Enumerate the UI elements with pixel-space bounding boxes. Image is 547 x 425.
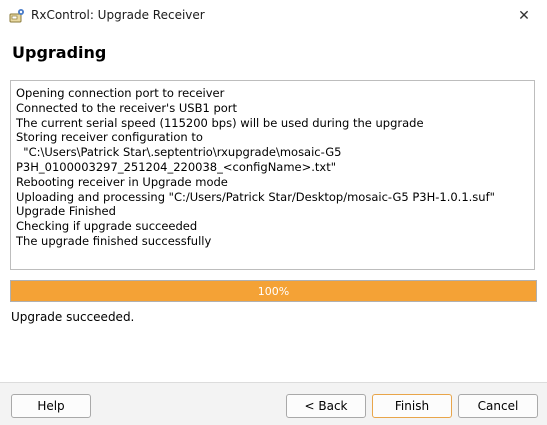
log-line: The upgrade finished successfully xyxy=(16,233,212,248)
close-button[interactable]: ✕ xyxy=(501,0,547,32)
log-line: Checking if upgrade succeeded xyxy=(16,219,198,234)
finish-button[interactable]: Finish xyxy=(372,394,452,418)
log-line: Uploading and processing "C:/Users/Patri… xyxy=(16,189,495,204)
help-button[interactable]: Help xyxy=(11,394,91,418)
log-line: Storing receiver configuration to xyxy=(16,130,203,145)
cancel-button-label: Cancel xyxy=(477,399,519,413)
log-line: Rebooting receiver in Upgrade mode xyxy=(16,174,228,189)
finish-button-label: Finish xyxy=(394,399,430,413)
window-title: RxControl: Upgrade Receiver xyxy=(31,8,205,22)
log-line: The current serial speed (115200 bps) wi… xyxy=(16,115,424,130)
footer-divider xyxy=(0,382,547,383)
back-button-label: < Back xyxy=(304,399,348,413)
upgrade-progress-bar: 100% xyxy=(10,280,537,302)
status-message: Upgrade succeeded. xyxy=(11,310,135,324)
wizard-content: Upgrading Opening connection port to rec… xyxy=(0,32,547,382)
title-bar: RxControl: Upgrade Receiver ✕ xyxy=(0,0,547,32)
log-line: Upgrade Finished xyxy=(16,204,116,219)
close-icon: ✕ xyxy=(518,8,530,24)
cancel-button[interactable]: Cancel xyxy=(458,394,538,418)
upgrade-log[interactable]: Opening connection port to receiver Conn… xyxy=(10,80,535,270)
log-line: "C:\Users\Patrick Star\.septentrio\rxupg… xyxy=(16,145,342,160)
help-button-label: Help xyxy=(37,399,65,413)
page-title: Upgrading xyxy=(12,43,107,62)
log-line: Connected to the receiver's USB1 port xyxy=(16,100,238,115)
rxcontrol-app-icon xyxy=(9,8,25,24)
log-line: P3H_0100003297_251204_220038_<configName… xyxy=(16,159,337,174)
log-line: Opening connection port to receiver xyxy=(16,86,225,100)
back-button[interactable]: < Back xyxy=(286,394,366,418)
progress-label: 100% xyxy=(257,284,290,298)
